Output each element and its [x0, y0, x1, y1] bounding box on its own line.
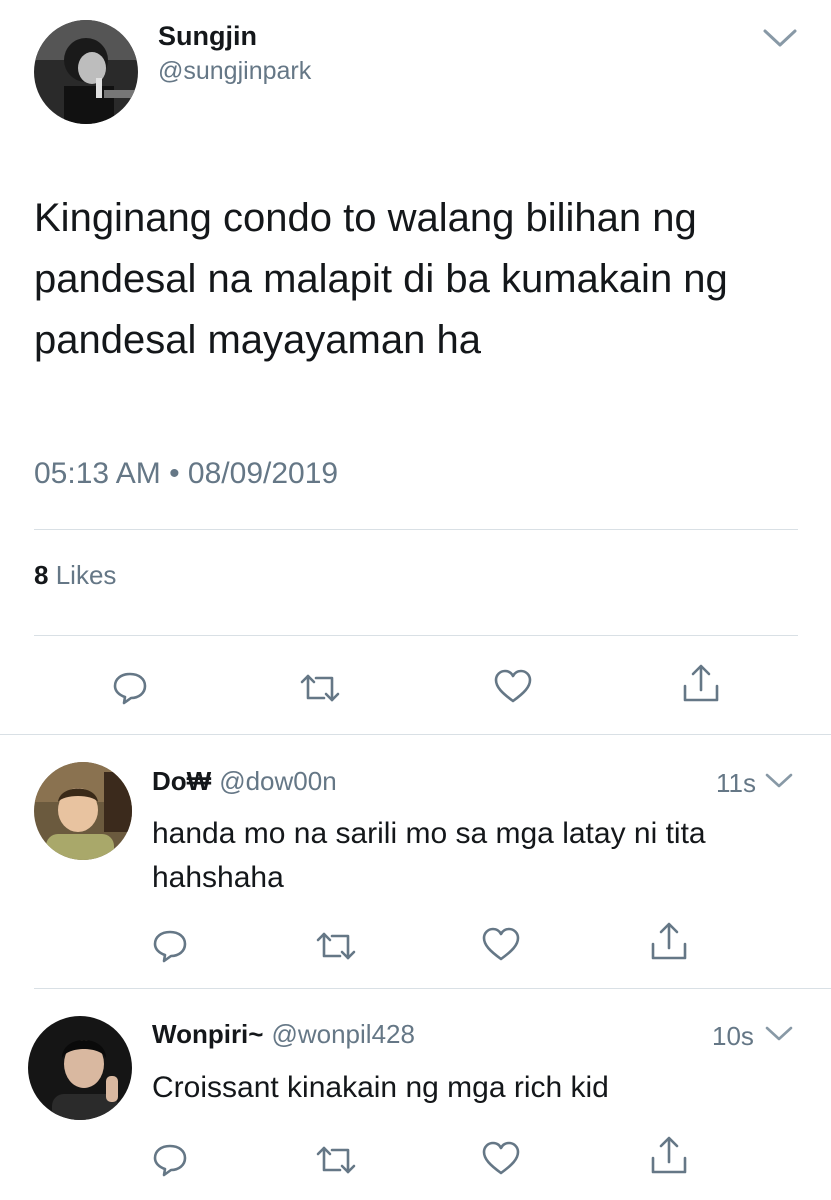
tweet-text: Kinginang condo to walang bilihan ng pan…	[34, 196, 728, 362]
divider	[0, 734, 831, 735]
reply-icon[interactable]	[150, 926, 190, 966]
tweet-timestamp: 05:13 AM • 08/09/2019	[34, 457, 339, 490]
share-icon[interactable]	[648, 920, 690, 964]
divider	[34, 529, 798, 530]
chevron-down-icon[interactable]	[764, 771, 794, 796]
chevron-down-icon[interactable]	[762, 26, 798, 55]
divider	[34, 635, 798, 636]
likes-label: Likes	[55, 560, 117, 590]
reply-header: Wonpiri~ @wonpil428	[152, 1018, 415, 1050]
reply-avatar[interactable]	[34, 762, 132, 860]
share-icon[interactable]	[648, 1134, 690, 1178]
reply-author-handle[interactable]: @dow00n	[219, 766, 336, 796]
reply-text: handa mo na sarili mo sa mga latay ni ti…	[152, 817, 706, 894]
share-icon[interactable]	[680, 662, 722, 706]
reply-author-name[interactable]: Wonpiri~	[152, 1019, 263, 1049]
author-name[interactable]: Sungjin	[158, 20, 257, 52]
likes-count: 8	[34, 560, 49, 590]
retweet-icon[interactable]	[298, 668, 342, 708]
reply-icon[interactable]	[110, 668, 150, 708]
reply-text: Croissant kinakain ng mga rich kid	[152, 1071, 609, 1104]
heart-icon[interactable]	[492, 666, 534, 706]
reply-timestamp: 10s	[712, 1021, 754, 1051]
reply-author-name[interactable]: Do₩	[152, 766, 211, 796]
reply-header: Do₩ @dow00n	[152, 765, 337, 797]
reply-avatar[interactable]	[28, 1016, 132, 1120]
heart-icon[interactable]	[480, 1138, 522, 1178]
heart-icon[interactable]	[480, 924, 522, 964]
reply-author-handle[interactable]: @wonpil428	[271, 1019, 414, 1049]
likes-row[interactable]: 8 Likes	[34, 558, 116, 592]
retweet-icon[interactable]	[314, 1140, 358, 1180]
main-avatar[interactable]	[34, 20, 138, 124]
retweet-icon[interactable]	[314, 926, 358, 966]
divider	[34, 988, 831, 989]
reply-icon[interactable]	[150, 1140, 190, 1180]
author-handle[interactable]: @sungjinpark	[158, 56, 311, 86]
reply-timestamp: 11s	[716, 768, 756, 798]
chevron-down-icon[interactable]	[764, 1024, 794, 1049]
